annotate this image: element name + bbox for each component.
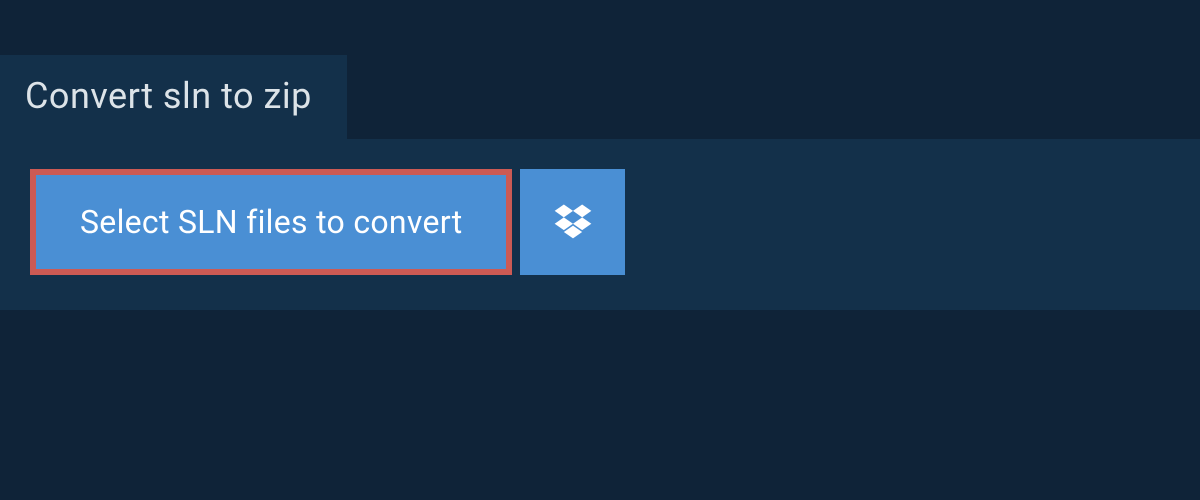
dropbox-button[interactable] (520, 169, 625, 275)
select-files-button[interactable]: Select SLN files to convert (36, 175, 506, 269)
tab-header: Convert sln to zip (0, 55, 347, 139)
dropbox-icon (551, 199, 595, 246)
highlight-frame: Select SLN files to convert (30, 169, 512, 275)
button-row: Select SLN files to convert (30, 169, 1170, 275)
page-title: Convert sln to zip (25, 75, 312, 117)
content-panel: Select SLN files to convert (0, 139, 1200, 310)
